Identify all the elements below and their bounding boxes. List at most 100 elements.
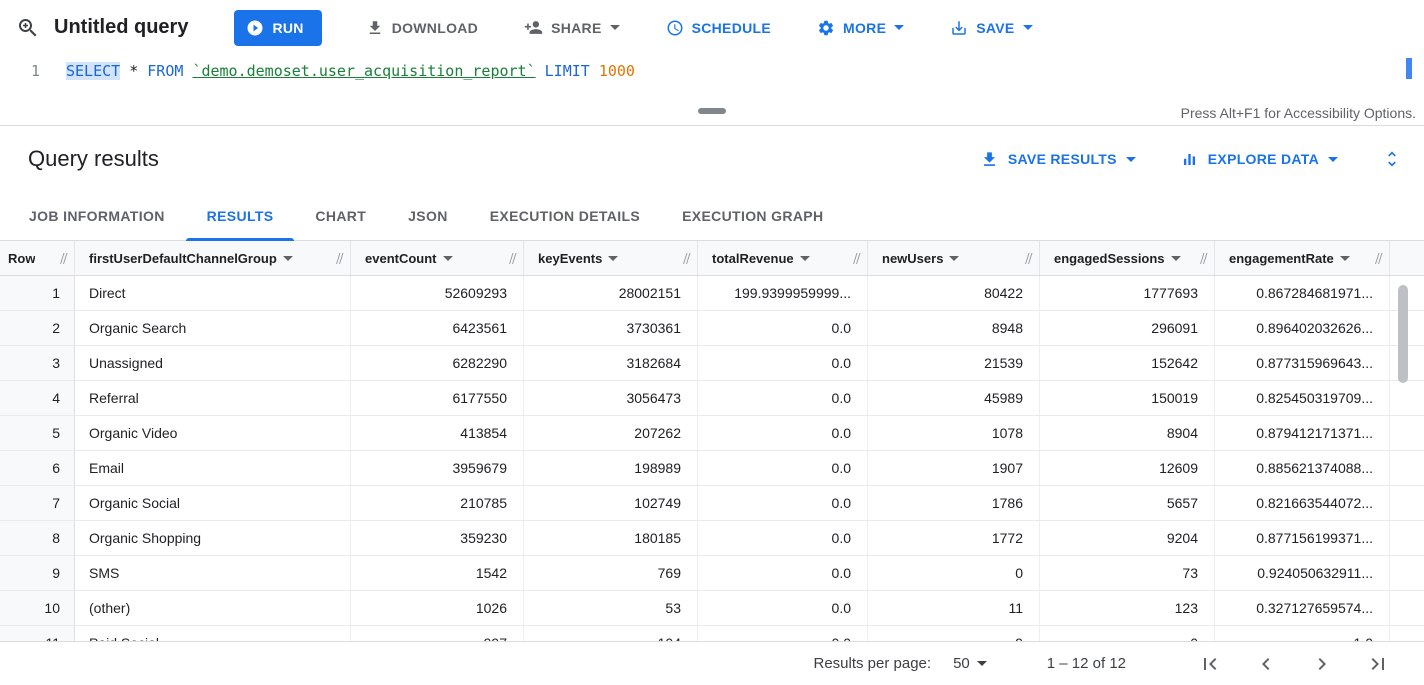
sql-keyword-select: SELECT [66,62,120,80]
tab-json[interactable]: JSON [387,192,469,240]
save-results-button[interactable]: SAVE RESULTS [980,150,1136,169]
tab-execution-graph[interactable]: EXECUTION GRAPH [661,192,844,240]
tab-results[interactable]: RESULTS [186,192,295,240]
accessibility-hint: Press Alt+F1 for Accessibility Options. [1181,105,1416,121]
editor-results-divider: Press Alt+F1 for Accessibility Options. [0,104,1424,126]
table-cell: 12609 [1040,451,1215,485]
save-results-label: SAVE RESULTS [1008,151,1117,167]
column-dropdown-icon[interactable] [443,256,453,261]
table-cell: Referral [75,381,351,415]
share-button[interactable]: SHARE [514,10,630,46]
save-icon [950,19,968,37]
table-cell: 207262 [524,416,698,450]
expand-collapse-button[interactable] [1382,149,1402,169]
column-header-engagementRate[interactable]: engagementRate [1215,241,1390,275]
table-cell: Direct [75,276,351,310]
column-resize-handle-icon[interactable] [1020,252,1033,265]
results-per-page-label: Results per page: [814,655,932,672]
sql-table-reference-link[interactable]: `demo.demoset.user_acquisition_report` [192,62,535,80]
row-number-header[interactable]: Row [0,241,75,275]
row-number-cell: 1 [0,276,75,310]
tab-job-information[interactable]: JOB INFORMATION [8,192,186,240]
explore-data-button[interactable]: EXPLORE DATA [1180,150,1338,169]
chevron-down-icon [1023,25,1033,30]
table-cell: 0.0 [698,451,868,485]
row-number-cell: 6 [0,451,75,485]
table-cell: Organic Search [75,311,351,345]
run-button[interactable]: RUN [234,10,321,46]
results-per-page-select[interactable]: 50 [953,655,987,672]
play-circle-icon [246,19,264,37]
table-cell: 0.327127659574... [1215,591,1390,625]
table-cell: 0.0 [698,416,868,450]
download-button[interactable]: DOWNLOAD [356,10,488,46]
column-header-eventCount[interactable]: eventCount [351,241,524,275]
column-resize-handle-icon[interactable] [1370,252,1383,265]
clock-icon [666,19,684,37]
row-number-cell: 4 [0,381,75,415]
schedule-button[interactable]: SCHEDULE [656,10,781,46]
table-cell: Email [75,451,351,485]
table-cell: 0.879412171371... [1215,416,1390,450]
column-header-newUsers[interactable]: newUsers [868,241,1040,275]
bigquery-query-page: Untitled query RUN DOWNLOAD SHARE [0,0,1424,685]
run-button-label: RUN [272,20,303,36]
table-cell: Organic Shopping [75,521,351,555]
table-cell: 0.0 [698,486,868,520]
table-cell: 1907 [868,451,1040,485]
column-header-keyEvents[interactable]: keyEvents [524,241,698,275]
column-resize-handle-icon[interactable] [504,252,517,265]
next-page-button[interactable] [1306,648,1338,680]
column-resize-handle-icon[interactable] [678,252,691,265]
table-cell: 53 [524,591,698,625]
save-button[interactable]: SAVE [940,10,1042,46]
column-resize-handle-icon[interactable] [848,252,861,265]
column-dropdown-icon[interactable] [949,256,959,261]
table-cell: 6423561 [351,311,524,345]
column-dropdown-icon[interactable] [608,256,618,261]
resize-drag-handle[interactable] [698,108,726,114]
tab-execution-details[interactable]: EXECUTION DETAILS [469,192,661,240]
table-cell: 8948 [868,311,1040,345]
chevron-down-icon [1328,157,1338,162]
last-page-button[interactable] [1362,648,1394,680]
column-header-label: Row [8,251,35,266]
column-resize-handle-icon[interactable] [1195,252,1208,265]
table-scrollbar-thumb[interactable] [1398,285,1408,383]
editor-scrollbar-thumb[interactable] [1406,58,1412,79]
more-button[interactable]: MORE [807,10,914,46]
table-row: 4Referral617755030564730.0459891500190.8… [0,381,1424,416]
column-header-label: totalRevenue [712,251,794,266]
column-header-label: engagementRate [1229,251,1334,266]
table-cell: 73 [1040,556,1215,590]
sql-limit-value: 1000 [599,62,635,80]
table-header-row: Row firstUserDefaultChannelGroupeventCoun… [0,241,1424,276]
table-cell: 1772 [868,521,1040,555]
column-resize-handle-icon[interactable] [55,252,68,265]
table-cell: Organic Social [75,486,351,520]
column-header-firstUserDefaultChannelGroup[interactable]: firstUserDefaultChannelGroup [75,241,351,275]
table-cell: 0.867284681971... [1215,276,1390,310]
table-cell: 0.821663544072... [1215,486,1390,520]
column-dropdown-icon[interactable] [1171,256,1181,261]
first-page-button[interactable] [1194,648,1226,680]
sql-editor[interactable]: 1 SELECT * FROM `demo.demoset.user_acqui… [0,55,1424,104]
sql-keyword-limit: LIMIT [545,62,590,80]
tab-chart[interactable]: CHART [294,192,387,240]
results-tab-bar: JOB INFORMATION RESULTS CHART JSON EXECU… [0,192,1424,241]
previous-page-button[interactable] [1250,648,1282,680]
table-cell: 180185 [524,521,698,555]
column-header-engagedSessions[interactable]: engagedSessions [1040,241,1215,275]
column-resize-handle-icon[interactable] [331,252,344,265]
column-dropdown-icon[interactable] [800,256,810,261]
column-header-totalRevenue[interactable]: totalRevenue [698,241,868,275]
table-scrollbar-track[interactable] [1398,279,1408,639]
column-dropdown-icon[interactable] [1340,256,1350,261]
person-add-icon [524,18,543,37]
pagination-bar: Results per page: 50 1 – 12 of 12 [0,641,1424,685]
table-cell: 1777693 [1040,276,1215,310]
table-cell: 52609293 [351,276,524,310]
table-cell: 3959679 [351,451,524,485]
sql-code-line[interactable]: SELECT * FROM `demo.demoset.user_acquisi… [52,55,635,104]
column-dropdown-icon[interactable] [283,256,293,261]
